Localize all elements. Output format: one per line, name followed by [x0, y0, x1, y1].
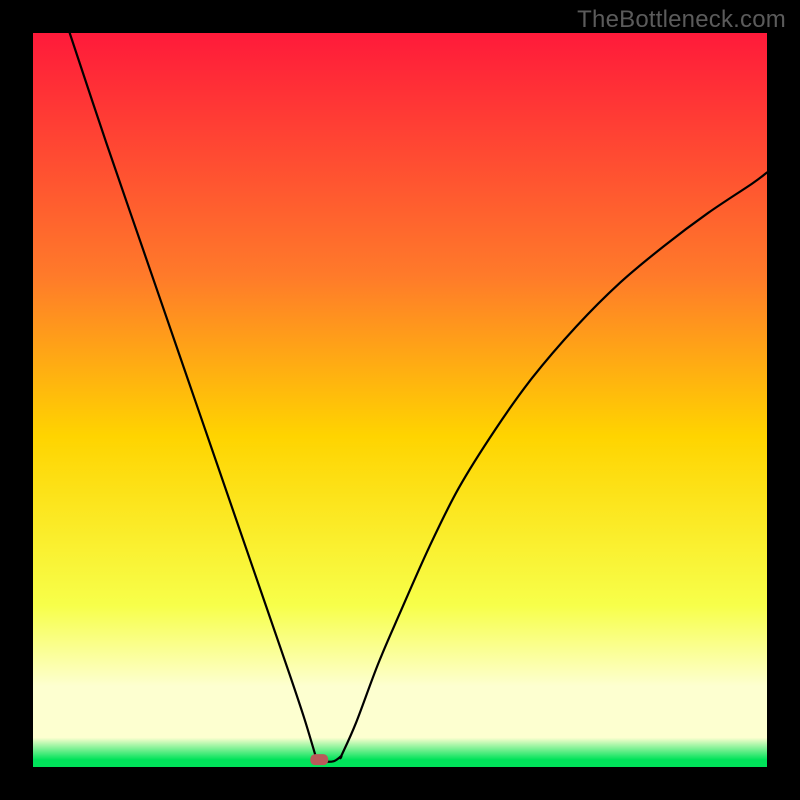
- optimum-marker: [310, 754, 328, 765]
- plot-area: [33, 33, 767, 767]
- gradient-background: [33, 33, 767, 767]
- watermark-text: TheBottleneck.com: [577, 6, 786, 34]
- chart-frame: TheBottleneck.com: [0, 0, 800, 800]
- bottleneck-chart: [33, 33, 767, 767]
